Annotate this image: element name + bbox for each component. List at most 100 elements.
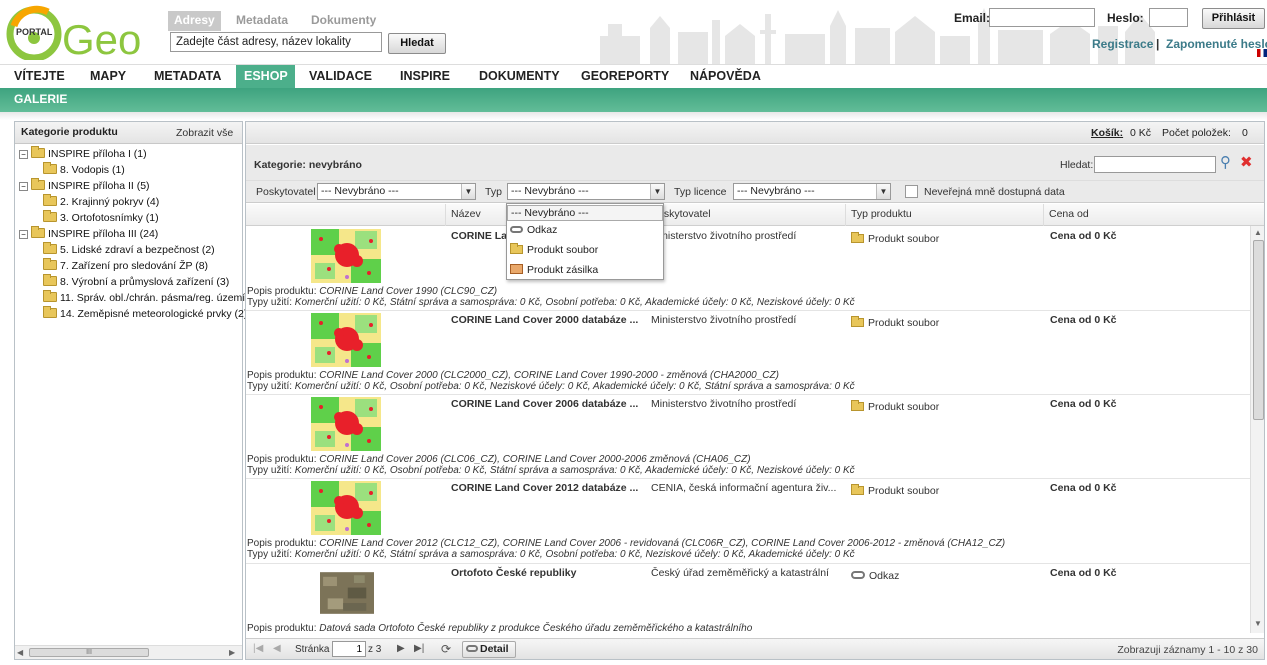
nav-item-dokumenty[interactable]: DOKUMENTY xyxy=(471,65,568,89)
tree-item-label: 5. Lidské zdraví a bezpečnost (2) xyxy=(60,244,215,256)
prev-page-icon[interactable]: ◀ xyxy=(273,643,281,654)
subnav-item-galerie[interactable]: GALERIE xyxy=(14,92,67,106)
page-number-input[interactable] xyxy=(332,641,366,657)
tree-item[interactable]: 3. Ortofotosnímky (1) xyxy=(43,210,159,226)
next-page-icon[interactable]: ▶ xyxy=(397,643,405,654)
scroll-thumb[interactable]: III xyxy=(29,648,149,657)
type-option-none[interactable]: --- Nevybráno --- xyxy=(507,205,663,221)
tree-item[interactable]: 14. Zeměpisné meteorologické prvky (2) xyxy=(43,306,247,322)
tree-item-label: 14. Zeměpisné meteorologické prvky (2) xyxy=(60,308,248,320)
folder-icon xyxy=(851,484,864,495)
type-select[interactable]: --- Nevybráno --- ▼ xyxy=(507,183,665,200)
register-link[interactable]: Registrace xyxy=(1092,37,1153,51)
map-thumbnail xyxy=(311,313,381,367)
description-label: Popis produktu: xyxy=(247,454,317,465)
tree-item[interactable]: 11. Správ. obl./chrán. pásma/reg. území xyxy=(43,290,245,306)
product-name[interactable]: Ortofoto České republiky xyxy=(451,567,576,579)
tree-item[interactable]: 2. Krajinný pokryv (4) xyxy=(43,194,159,210)
nav-item-inspire[interactable]: INSPIRE xyxy=(392,65,458,89)
portal-geo-logo[interactable]: Geo PORTAL xyxy=(4,4,144,63)
product-row[interactable]: CORINE Land Cover 1990 databáze ...Minis… xyxy=(246,227,1250,311)
scroll-thumb[interactable] xyxy=(1253,240,1264,420)
tree-item[interactable]: 7. Zařízení pro sledování ŽP (8) xyxy=(43,258,208,274)
search-tab-dokumenty[interactable]: Dokumenty xyxy=(305,11,382,31)
login-button[interactable]: Přihlásit xyxy=(1202,8,1265,29)
search-tab-metadata[interactable]: Metadata xyxy=(230,11,294,31)
cart-link[interactable]: Košík: xyxy=(1091,127,1123,139)
product-name[interactable]: CORINE Land Cover 2006 databáze ... xyxy=(451,398,638,410)
product-row[interactable]: Ortofoto České republiky Český úřad zeměm… xyxy=(246,564,1250,644)
product-type-label: Produkt soubor xyxy=(868,317,940,329)
type-option-produkt-zasilka[interactable]: Produkt zásilka xyxy=(507,261,663,281)
product-panel: Košík: 0 Kč Počet položek: 0 Kategorie: … xyxy=(245,121,1265,660)
detail-button[interactable]: Detail xyxy=(462,641,516,658)
horizontal-scrollbar[interactable]: ◀ III ▶ xyxy=(15,645,242,659)
refresh-icon[interactable]: ⟳ xyxy=(441,642,451,656)
type-option-odkaz[interactable]: Odkaz xyxy=(507,221,663,241)
search-button[interactable]: Hledat xyxy=(388,33,446,54)
product-row[interactable]: CORINE Land Cover 2000 databáze ... Minis… xyxy=(246,311,1250,395)
description-label: Popis produktu: xyxy=(247,538,317,549)
forgot-password-link[interactable]: Zapomenuté heslo xyxy=(1166,37,1267,51)
folder-icon xyxy=(31,178,45,190)
license-type-select[interactable]: --- Nevybráno --- ▼ xyxy=(733,183,891,200)
clear-icon[interactable]: ✖ xyxy=(1240,153,1253,171)
product-type-label: Odkaz xyxy=(869,570,900,582)
category-bar: Kategorie: nevybráno Hledat: ⚲ ✖ xyxy=(246,145,1264,181)
collapse-icon[interactable]: − xyxy=(19,230,28,239)
folder-icon xyxy=(43,162,57,174)
product-name[interactable]: CORINE Land Cover 2012 databáze ... xyxy=(451,482,638,494)
search-icon[interactable]: ⚲ xyxy=(1220,153,1231,171)
scroll-down-icon[interactable]: ▼ xyxy=(1254,619,1262,628)
paging-status: Zobrazuji záznamy 1 - 10 z 30 xyxy=(1117,644,1258,656)
chevron-down-icon[interactable]: ▼ xyxy=(650,184,664,199)
product-row[interactable]: CORINE Land Cover 2012 databáze ... CENIA… xyxy=(246,479,1250,564)
collapse-icon[interactable]: − xyxy=(19,150,28,159)
private-data-checkbox[interactable] xyxy=(905,185,918,198)
chevron-down-icon[interactable]: ▼ xyxy=(876,184,890,199)
vertical-scrollbar[interactable]: ▲ ▼ xyxy=(1250,226,1264,633)
nav-item-georeporty[interactable]: GEOREPORTY xyxy=(573,65,677,89)
password-field[interactable] xyxy=(1149,8,1188,27)
product-type-label: Produkt soubor xyxy=(868,401,940,413)
nav-item-napoveda[interactable]: NÁPOVĚDA xyxy=(682,65,769,89)
product-name[interactable]: CORINE Land Cover 2000 databáze ... xyxy=(451,314,638,326)
product-row[interactable]: CORINE Land Cover 2006 databáze ... Minis… xyxy=(246,395,1250,479)
grid-header: Název Poskytovatel Typ produktu Cena od xyxy=(246,204,1264,226)
nav-item-mapy[interactable]: MAPY xyxy=(82,65,134,89)
provider-select[interactable]: --- Nevybráno --- ▼ xyxy=(317,183,476,200)
collapse-icon[interactable]: − xyxy=(19,182,28,191)
address-search-input[interactable] xyxy=(170,32,382,52)
column-header-price[interactable]: Cena od xyxy=(1043,204,1243,226)
last-page-icon[interactable]: ▶| xyxy=(414,643,424,654)
nav-item-eshop[interactable]: ESHOP xyxy=(236,65,295,89)
nav-item-validace[interactable]: VALIDACE xyxy=(301,65,380,89)
first-page-icon[interactable]: |◀ xyxy=(253,643,263,654)
product-search-input[interactable] xyxy=(1094,156,1216,173)
tree-item-label: 3. Ortofotosnímky (1) xyxy=(60,212,159,224)
type-dropdown-list: --- Nevybráno --- Odkaz Produkt soubor P… xyxy=(506,203,664,280)
page-count: z 3 xyxy=(368,644,382,655)
type-option-produkt-soubor[interactable]: Produkt soubor xyxy=(507,241,663,261)
tree-item[interactable]: 5. Lidské zdraví a bezpečnost (2) xyxy=(43,242,215,258)
tree-group[interactable]: − INSPIRE příloha III (24) xyxy=(19,226,158,242)
scroll-left-icon[interactable]: ◀ xyxy=(17,648,23,657)
show-all-link[interactable]: Zobrazit vše xyxy=(176,127,233,139)
tree-item-label: INSPIRE příloha I (1) xyxy=(48,148,147,160)
header: Geo PORTAL Adresy Metadata Dokumenty Hle… xyxy=(0,0,1267,64)
cart-value: 0 Kč xyxy=(1130,127,1152,139)
tree-group[interactable]: − INSPIRE příloha II (5) xyxy=(19,178,150,194)
column-header-provider[interactable]: Poskytovatel xyxy=(645,204,845,226)
tree-item[interactable]: 8. Vodopis (1) xyxy=(43,162,125,178)
tree-group[interactable]: − INSPIRE příloha I (1) xyxy=(19,146,147,162)
column-header-type[interactable]: Typ produktu xyxy=(845,204,1043,226)
tree-item[interactable]: 8. Výrobní a průmyslová zařízení (3) xyxy=(43,274,229,290)
chevron-down-icon[interactable]: ▼ xyxy=(461,184,475,199)
email-field[interactable] xyxy=(989,8,1095,27)
language-flag-icon[interactable] xyxy=(1257,49,1267,57)
scroll-up-icon[interactable]: ▲ xyxy=(1254,228,1262,237)
search-tab-adresy[interactable]: Adresy xyxy=(168,11,221,31)
nav-item-metadata[interactable]: METADATA xyxy=(146,65,229,89)
scroll-right-icon[interactable]: ▶ xyxy=(229,648,235,657)
nav-item-vitejte[interactable]: VÍTEJTE xyxy=(6,65,73,89)
